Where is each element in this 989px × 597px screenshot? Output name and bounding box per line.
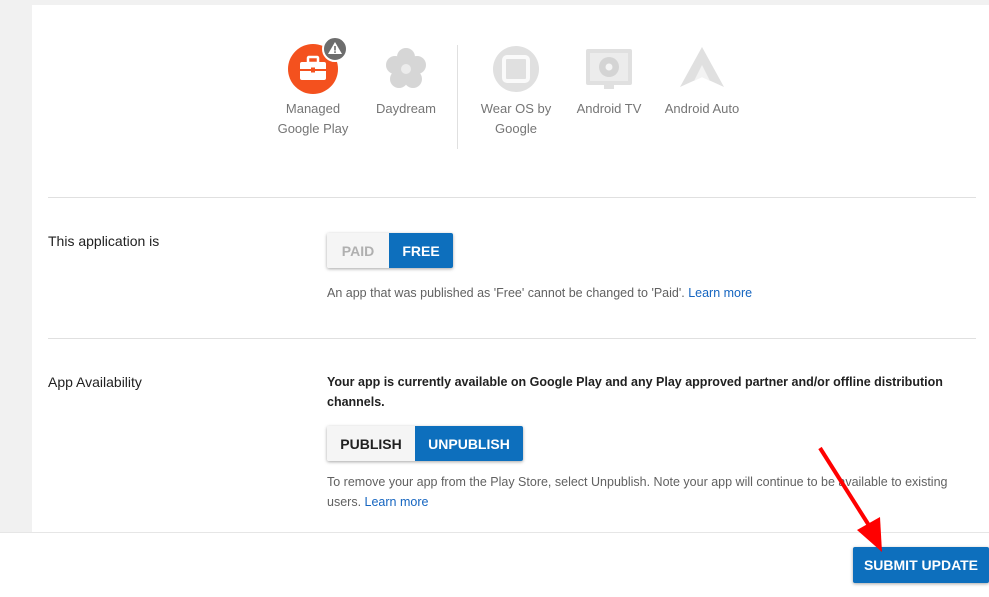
device-label: Android Auto bbox=[664, 101, 740, 116]
briefcase-icon bbox=[287, 36, 348, 95]
device-android-auto[interactable]: Android Auto bbox=[657, 43, 747, 119]
pricing-label: This application is bbox=[48, 233, 160, 249]
free-option[interactable]: FREE bbox=[389, 233, 453, 268]
car-icon bbox=[676, 43, 728, 95]
unpublish-option[interactable]: UNPUBLISH bbox=[415, 426, 523, 461]
footer-bar bbox=[0, 532, 989, 597]
device-label: Android TV bbox=[576, 101, 642, 116]
paid-option[interactable]: PAID bbox=[327, 233, 389, 268]
tv-icon bbox=[583, 43, 635, 95]
device-label: Wear OS by Google bbox=[480, 101, 552, 136]
device-android-tv[interactable]: Android TV bbox=[564, 43, 654, 119]
availability-help: To remove your app from the Play Store, … bbox=[327, 472, 977, 512]
device-label: Managed Google Play bbox=[277, 101, 349, 136]
submit-update-button[interactable]: SUBMIT UPDATE bbox=[853, 547, 989, 583]
publish-option[interactable]: PUBLISH bbox=[327, 426, 415, 461]
availability-learn-more-link[interactable]: Learn more bbox=[365, 495, 429, 509]
device-wear-os[interactable]: Wear OS by Google bbox=[471, 43, 561, 139]
section-divider bbox=[48, 197, 976, 198]
availability-label: App Availability bbox=[48, 374, 142, 390]
device-label: Daydream bbox=[376, 101, 436, 116]
pricing-help-text: An app that was published as 'Free' cann… bbox=[327, 286, 685, 300]
section-divider bbox=[48, 338, 976, 339]
pricing-toggle: PAID FREE bbox=[327, 233, 453, 268]
device-divider bbox=[457, 45, 458, 149]
device-daydream[interactable]: Daydream bbox=[361, 43, 451, 119]
availability-status: Your app is currently available on Googl… bbox=[327, 375, 943, 409]
warning-icon bbox=[322, 36, 348, 68]
watch-icon bbox=[490, 43, 542, 95]
device-managed-google-play[interactable]: Managed Google Play bbox=[268, 36, 358, 139]
availability-toggle: PUBLISH UNPUBLISH bbox=[327, 426, 523, 461]
pricing-help: An app that was published as 'Free' cann… bbox=[327, 283, 752, 303]
settings-card: Managed Google Play Daydream Wear OS by … bbox=[32, 5, 989, 532]
daydream-icon bbox=[380, 43, 432, 95]
pricing-learn-more-link[interactable]: Learn more bbox=[688, 286, 752, 300]
